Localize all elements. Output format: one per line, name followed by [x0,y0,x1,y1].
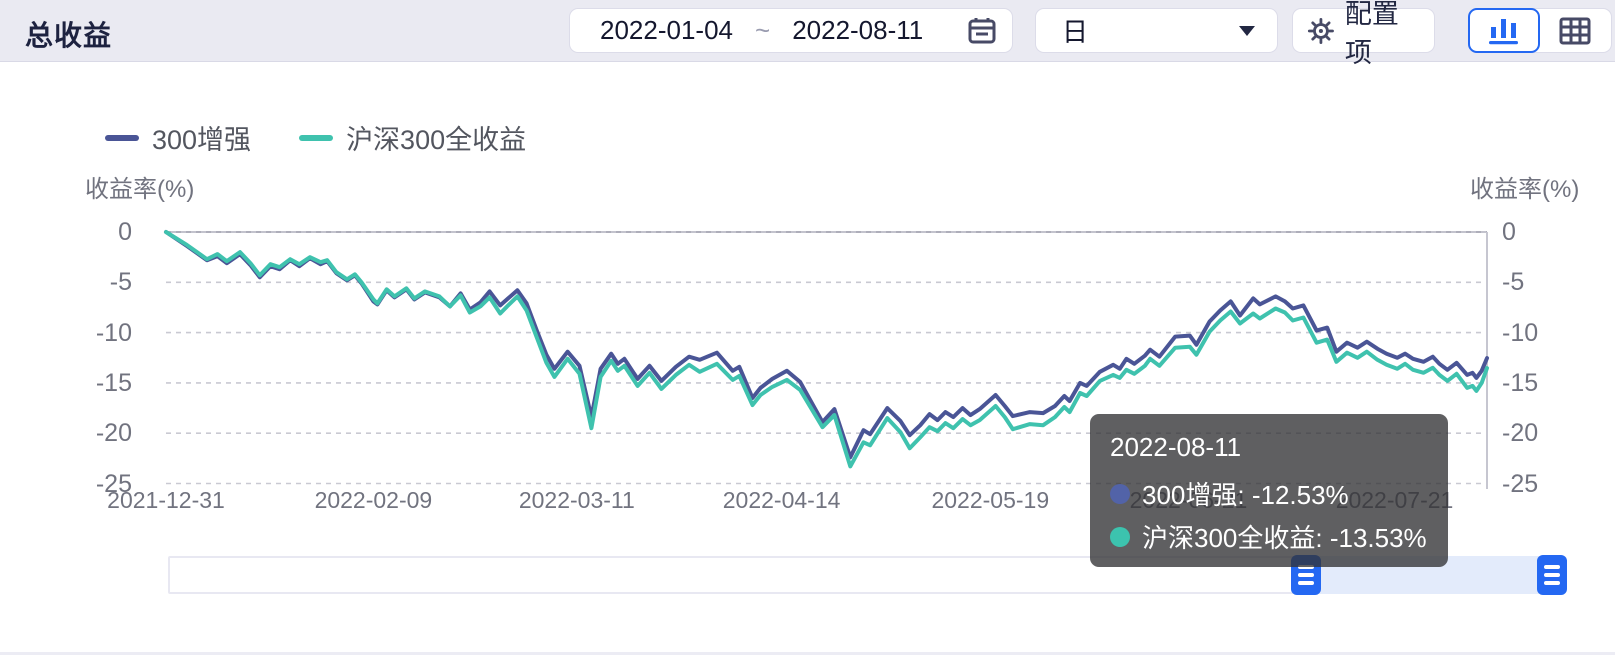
series-dot-icon [1110,484,1130,504]
chevron-down-icon [1239,26,1255,36]
y-axis-tick-label: 0 [1502,217,1516,247]
gear-icon [1307,16,1335,46]
config-button-label: 配置项 [1345,0,1420,70]
config-button[interactable]: 配置项 [1292,8,1435,53]
y-axis-tick-label: -10 [56,318,132,348]
y-axis-tick-label: -20 [56,418,132,448]
tooltip-row-1: 沪深300全收益: -13.53% [1110,518,1428,555]
bar-chart-icon [1486,14,1522,46]
datazoom-right-handle[interactable] [1537,555,1567,595]
total-return-chart-panel: 总收益 2022-01-04 ~ 2022-08-11 日 [0,0,1615,655]
legend-item-1[interactable]: 沪深300全收益 [299,118,526,157]
period-select[interactable]: 日 [1035,8,1278,53]
date-range-separator: ~ [755,15,770,46]
legend-label: 300增强 [152,118,251,157]
y-axis-tick-label: -5 [56,267,132,297]
legend-swatch [299,135,333,141]
chart-legend: 300增强 沪深300全收益 [105,118,526,157]
y-axis-tick-label: -5 [1502,267,1524,297]
date-end-value[interactable]: 2022-08-11 [792,15,923,46]
y-axis-tick-label: -15 [1502,368,1538,398]
view-toggle [1468,8,1612,53]
y-axis-title-right: 收益率(%) [1470,169,1579,204]
period-select-value: 日 [1062,12,1239,49]
y-axis-title-left: 收益率(%) [85,169,194,204]
date-start-value[interactable]: 2022-01-04 [600,15,733,46]
legend-item-0[interactable]: 300增强 [105,118,251,157]
tooltip-row-text: 沪深300全收益: -13.53% [1142,518,1427,555]
table-icon [1558,16,1592,46]
calendar-icon[interactable] [966,15,998,47]
toolbar: 总收益 2022-01-04 ~ 2022-08-11 日 [0,0,1615,62]
series-dot-icon [1110,527,1130,547]
chart-tooltip: 2022-08-11 300增强: -12.53% 沪深300全收益: -13.5… [1090,414,1448,567]
y-axis-tick-label: -20 [1502,418,1538,448]
date-range-picker[interactable]: 2022-01-04 ~ 2022-08-11 [569,8,1013,53]
y-axis-tick-label: -10 [1502,318,1538,348]
page-title: 总收益 [25,14,112,54]
y-axis-tick-label: 0 [56,217,132,247]
tooltip-row-text: 300增强: -12.53% [1142,475,1349,512]
y-axis-tick-label: -25 [1502,469,1538,499]
tooltip-row-0: 300增强: -12.53% [1110,475,1428,512]
chart-view-button[interactable] [1468,8,1540,53]
y-axis-tick-label: -15 [56,368,132,398]
tooltip-date: 2022-08-11 [1110,432,1428,463]
table-view-button[interactable] [1540,8,1611,53]
legend-label: 沪深300全收益 [346,118,526,157]
legend-swatch [105,135,139,141]
